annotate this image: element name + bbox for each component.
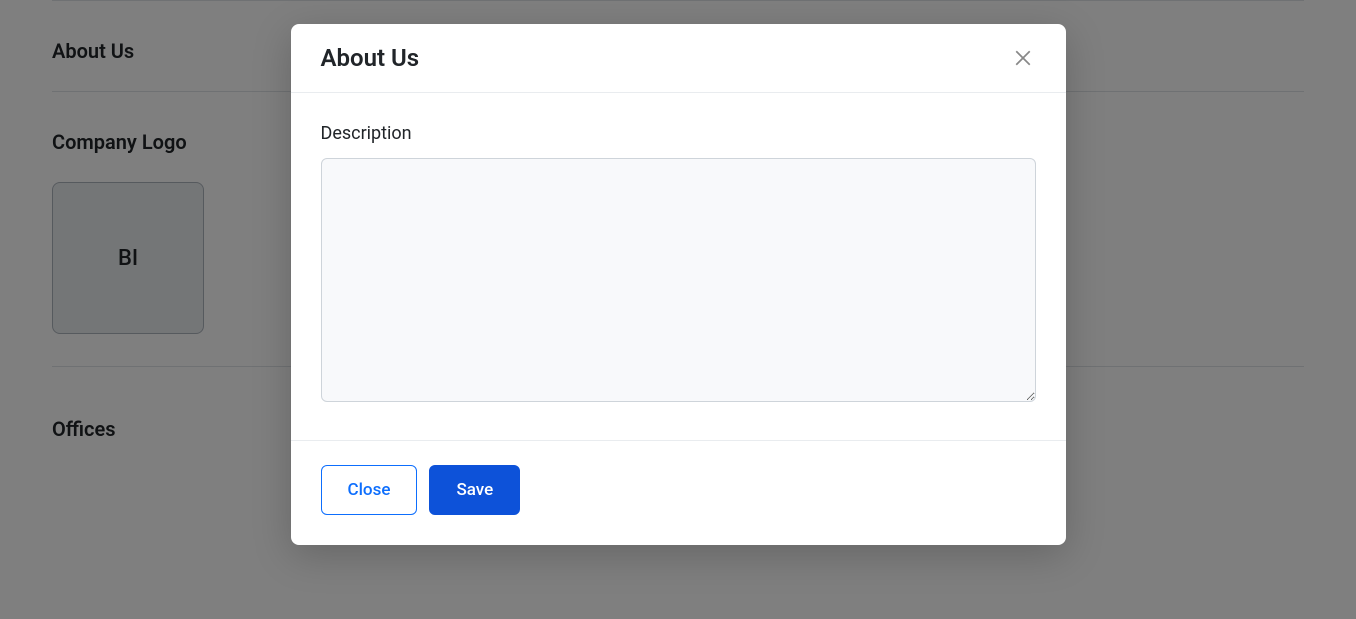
modal-title: About Us xyxy=(321,44,420,72)
description-textarea[interactable] xyxy=(321,158,1036,402)
modal-close-button[interactable] xyxy=(1010,45,1036,71)
modal-footer: Close Save xyxy=(291,441,1066,545)
close-icon xyxy=(1014,49,1032,67)
close-button[interactable]: Close xyxy=(321,465,418,515)
modal-backdrop[interactable]: About Us Description Close Save xyxy=(0,0,1356,619)
about-us-modal: About Us Description Close Save xyxy=(291,24,1066,545)
save-button[interactable]: Save xyxy=(429,465,520,515)
modal-header: About Us xyxy=(291,24,1066,93)
modal-body: Description xyxy=(291,93,1066,441)
description-label: Description xyxy=(321,123,1036,144)
